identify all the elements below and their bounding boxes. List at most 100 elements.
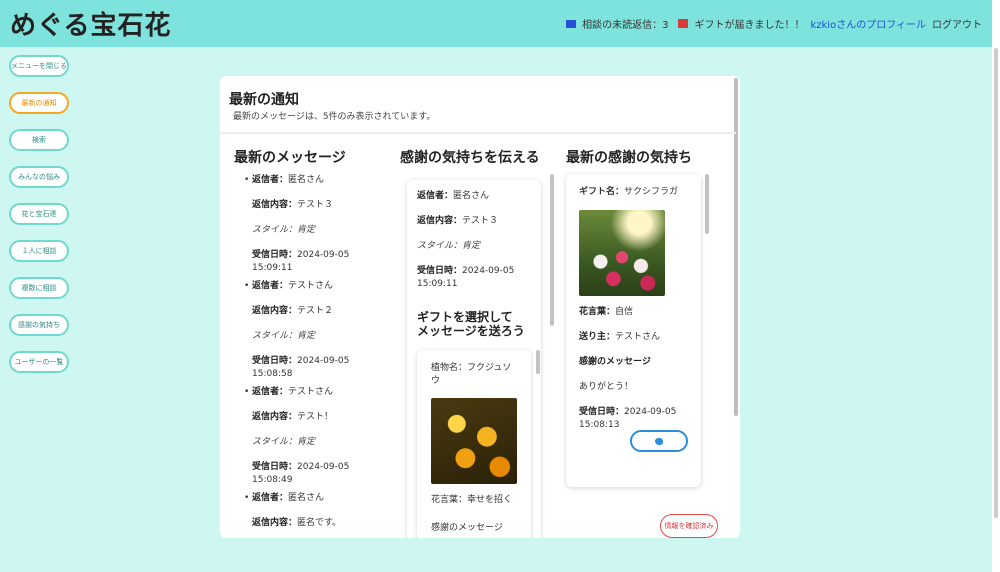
- reply-card: 返信者：匿名さん 返信内容：テスト３ スタイル：肯定 受信日時：2024-09-…: [407, 180, 541, 538]
- sender-label: 返信者：: [252, 175, 289, 185]
- message-value: ありがとう！: [579, 382, 634, 392]
- sender-value: 匿名さん: [288, 175, 325, 185]
- page-scrollbar[interactable]: [992, 0, 1000, 572]
- sidebar-item-latest-notice[interactable]: 最新の通知: [9, 92, 69, 114]
- received-time: 15:09:11: [417, 279, 458, 289]
- twitter-share-button[interactable]: [630, 430, 688, 452]
- meaning-value: 自信: [615, 307, 634, 317]
- received-label: 受信日時：: [417, 266, 463, 276]
- message-list: 返信者：匿名さん 返信内容：テスト３ スタイル：肯定 受信日時：2024-09-…: [244, 174, 400, 538]
- gratitude-card: ギフト名：サクシフラガ 花言葉：自信 送り主：テストさん 感謝のメッセージ あり…: [566, 174, 701, 487]
- sidebar: メニューを閉じる 最新の通知 検索 みんなの悩み 花と宝石達 １人に相談 複数に…: [9, 55, 69, 388]
- meaning-label: 花言葉：: [579, 307, 616, 317]
- plant-name-cont: ウ: [431, 376, 441, 386]
- gift-flower-image[interactable]: [431, 398, 517, 484]
- top-header: めぐる宝石花 相談の未読返信：3 ギフトが届きました！！ kzkioさんのプロフ…: [0, 0, 992, 47]
- style-value: 肯定: [297, 331, 316, 341]
- logout-link[interactable]: ログアウト: [932, 16, 982, 31]
- gratitude-flower-image: [579, 210, 665, 296]
- style-value: 肯定: [297, 437, 316, 447]
- sidebar-item-consult-one[interactable]: １人に相談: [9, 240, 69, 262]
- content-label: 返信内容：: [417, 216, 463, 226]
- gratitude-message-label: 感謝のメッセージ: [431, 523, 503, 533]
- sender-label: 返信者：: [252, 493, 289, 503]
- received-label: 受信日時：: [579, 407, 625, 417]
- received-date: 2024-09-05: [462, 266, 515, 276]
- gift-heading-line1: ギフトを選択して: [417, 310, 513, 324]
- gift-heading-line2: メッセージを送ろう: [417, 324, 525, 338]
- sidebar-item-everyones-worries[interactable]: みんなの悩み: [9, 166, 69, 188]
- sender-label: 返信者：: [417, 191, 454, 201]
- list-item: 返信者：テストさん 返信内容：テスト！ スタイル：肯定 受信日時：2024-09…: [244, 386, 400, 487]
- panel-scrollbar[interactable]: [734, 78, 738, 416]
- content-value: テスト３: [462, 216, 499, 226]
- notice-panel: 最新の通知 最新のメッセージは、5件のみ表示されています。 最新のメッセージ 返…: [220, 76, 740, 538]
- header-right: 相談の未読返信：3 ギフトが届きました！！ kzkioさんのプロフィール ログア…: [556, 16, 982, 31]
- latest-gratitude-title: 最新の感謝の気持ち: [566, 150, 692, 166]
- received-label: 受信日時：: [252, 250, 298, 260]
- plant-name: フクジュソ: [467, 363, 512, 373]
- style-label: スタイル：: [417, 241, 463, 251]
- received-label: 受信日時：: [252, 462, 298, 472]
- gift-notice-link[interactable]: ギフトが届きました！！: [694, 16, 804, 31]
- sidebar-item-flowers-gems[interactable]: 花と宝石達: [9, 203, 69, 225]
- site-logo[interactable]: めぐる宝石花: [10, 5, 171, 42]
- content-value: テスト３: [297, 200, 334, 210]
- sender-value: 匿名さん: [288, 493, 325, 503]
- sender-label: 返信者：: [252, 281, 289, 291]
- sidebar-item-user-list[interactable]: ユーザーの一覧: [9, 351, 69, 373]
- sidebar-item-gratitude[interactable]: 感謝の気持ち: [9, 314, 69, 336]
- gift-card[interactable]: 植物名：フクジュソ ウ 花言葉：幸せを招く 感謝のメッセージ: [417, 350, 531, 538]
- received-date: 2024-09-05: [624, 407, 677, 417]
- sender-value: テストさん: [615, 332, 661, 342]
- sender-value: テストさん: [288, 281, 334, 291]
- page-subtitle: 最新のメッセージは、5件のみ表示されています。: [233, 112, 436, 122]
- received-time: 15:09:11: [252, 263, 293, 273]
- content-value: テスト！: [297, 412, 334, 422]
- content-label: 返信内容：: [252, 412, 298, 422]
- sender-label: 送り主：: [579, 332, 616, 342]
- sender-value: 匿名さん: [453, 191, 490, 201]
- plant-label: 植物名：: [431, 363, 468, 373]
- received-time: 15:08:13: [579, 420, 620, 430]
- twitter-icon: [655, 437, 663, 445]
- received-time: 15:08:58: [252, 369, 293, 379]
- list-item: 返信者：匿名さん 返信内容：テスト３ スタイル：肯定 受信日時：2024-09-…: [244, 174, 400, 275]
- received-label: 受信日時：: [252, 356, 298, 366]
- profile-link[interactable]: kzkioさんのプロフィール: [810, 16, 926, 31]
- page-scrollbar-thumb[interactable]: [994, 48, 998, 518]
- sender-value: テストさん: [288, 387, 334, 397]
- style-label: スタイル：: [252, 225, 298, 235]
- confirm-info-button[interactable]: 情報を確認済み: [660, 514, 718, 538]
- sidebar-close-menu[interactable]: メニューを閉じる: [9, 55, 69, 77]
- message-label: 感謝のメッセージ: [579, 357, 651, 367]
- meaning-value: 幸せを招く: [467, 495, 513, 505]
- gratitude-scrollbar[interactable]: [705, 174, 709, 234]
- gift-list-scrollbar[interactable]: [536, 350, 540, 374]
- gift-name-value: サクシフラガ: [624, 187, 679, 197]
- content-label: 返信内容：: [252, 306, 298, 316]
- page-title: 最新の通知: [229, 92, 299, 108]
- list-item: 返信者：テストさん 返信内容：テスト２ スタイル：肯定 受信日時：2024-09…: [244, 280, 400, 381]
- content-label: 返信内容：: [252, 518, 298, 528]
- received-date: 2024-09-05: [297, 356, 350, 366]
- sidebar-item-consult-multiple[interactable]: 複数に相談: [9, 277, 69, 299]
- gift-icon: [678, 19, 689, 28]
- style-label: スタイル：: [252, 331, 298, 341]
- gift-name-label: ギフト名：: [579, 187, 625, 197]
- sidebar-item-search[interactable]: 検索: [9, 129, 69, 151]
- received-time: 15:08:49: [252, 475, 293, 485]
- style-label: スタイル：: [252, 437, 298, 447]
- style-value: 肯定: [462, 241, 481, 251]
- content-label: 返信内容：: [252, 200, 298, 210]
- list-item: 返信者：匿名さん 返信内容：匿名です。 スタイル：肯定: [244, 492, 400, 538]
- unread-replies-link[interactable]: 相談の未読返信：3: [582, 16, 668, 31]
- received-date: 2024-09-05: [297, 462, 350, 472]
- latest-messages-title: 最新のメッセージ: [234, 150, 346, 166]
- column-scrollbar[interactable]: [550, 174, 554, 326]
- sender-label: 返信者：: [252, 387, 289, 397]
- mail-icon: [566, 19, 577, 28]
- divider: [220, 132, 736, 134]
- meaning-label: 花言葉：: [431, 495, 468, 505]
- content-value: 匿名です。: [297, 518, 342, 528]
